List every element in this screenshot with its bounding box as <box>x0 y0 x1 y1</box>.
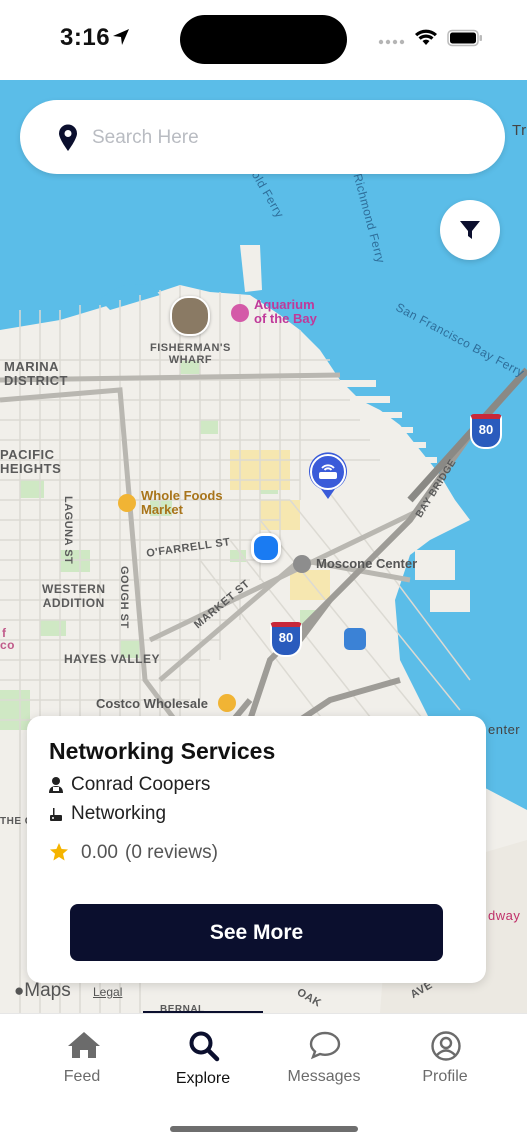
map-label-co: co <box>0 638 16 652</box>
filter-button[interactable] <box>440 200 500 260</box>
service-card: Networking Services Conrad Coopers Netwo… <box>27 716 486 983</box>
tab-profile-label: Profile <box>422 1068 468 1085</box>
tab-explore-label: Explore <box>175 1070 231 1087</box>
wifi-icon <box>415 29 437 45</box>
interstate-80-label-a: 80 <box>478 422 494 437</box>
maps-logo-text: Maps <box>24 980 71 1001</box>
fishermans-wharf-poi-icon[interactable] <box>170 296 210 336</box>
location-arrow-icon <box>113 29 129 45</box>
home-icon <box>68 1032 100 1058</box>
battery-icon <box>447 29 482 47</box>
moscone-poi-label[interactable]: Moscone Center <box>316 556 417 571</box>
tab-feed[interactable]: Feed <box>22 1014 142 1104</box>
map-label-tr: Tr <box>512 122 527 139</box>
search-input[interactable]: Search Here <box>92 127 199 149</box>
profile-icon <box>431 1031 461 1061</box>
see-more-button[interactable]: See More <box>70 904 443 961</box>
interstate-80-label-b: 80 <box>278 630 294 645</box>
map-label-laguna-st: LAGUNA ST <box>62 496 74 565</box>
search-bar[interactable]: Search Here <box>20 100 505 174</box>
tab-profile[interactable]: Profile <box>385 1014 505 1104</box>
provider-name: Conrad Coopers <box>71 774 211 795</box>
legal-link[interactable]: Legal <box>93 985 122 999</box>
status-time: 3:16 <box>60 24 111 51</box>
provider-icon <box>49 777 63 793</box>
rating-value: 0.00 <box>81 842 118 863</box>
map-label-western-addition: WESTERN ADDITION <box>42 582 106 610</box>
map-label-enter: enter <box>488 722 521 737</box>
apple-logo-icon: ● <box>14 981 25 1000</box>
interstate-80-shield-b: 80 <box>270 622 302 657</box>
whole-foods-poi-label[interactable]: Whole Foods Market <box>141 489 223 517</box>
map-label-marina-district: MARINA DISTRICT <box>4 359 68 388</box>
whole-foods-poi-icon[interactable] <box>118 494 136 512</box>
cellular-signal-icon <box>378 39 405 45</box>
aquarium-poi-icon[interactable] <box>231 304 249 322</box>
user-location-dot <box>251 533 281 563</box>
tab-bar: Feed Explore Messages Profile <box>0 1013 527 1144</box>
router-icon <box>50 808 62 821</box>
aquarium-poi-label[interactable]: Aquarium of the Bay <box>254 298 317 326</box>
map-label-dway: dway <box>488 908 521 923</box>
transit-station-icon[interactable] <box>344 628 366 650</box>
apple-maps-logo: ●Maps <box>14 980 71 1002</box>
interstate-80-shield-a: 80 <box>470 414 502 449</box>
service-title: Networking Services <box>49 738 276 764</box>
costco-poi-icon[interactable] <box>218 694 236 712</box>
map-label-pacific-heights: PACIFIC HEIGHTS <box>0 447 62 476</box>
costco-poi-label[interactable]: Costco Wholesale <box>96 696 208 711</box>
tab-messages[interactable]: Messages <box>264 1014 384 1104</box>
status-bar: 3:16 <box>0 0 527 80</box>
tab-messages-label: Messages <box>287 1068 361 1085</box>
router-pin-icon <box>309 452 347 499</box>
dynamic-island <box>180 15 347 64</box>
tab-feed-label: Feed <box>63 1068 101 1085</box>
moscone-poi-icon[interactable] <box>293 555 311 573</box>
home-indicator <box>170 1126 358 1132</box>
map-label-fishermans-wharf: FISHERMAN'S WHARF <box>150 342 231 366</box>
category-label: Networking <box>71 803 167 824</box>
search-icon <box>189 1031 220 1062</box>
star-icon <box>50 843 68 861</box>
location-pin-icon <box>59 124 77 151</box>
map-label-f: f <box>2 626 7 640</box>
map-label-hayes-valley: HAYES VALLEY <box>64 652 161 666</box>
service-marker[interactable] <box>308 452 348 500</box>
map-label-gough-st: GOUGH ST <box>118 566 130 629</box>
filter-icon <box>460 221 480 239</box>
tab-explore[interactable]: Explore <box>143 1014 263 1104</box>
review-count: (0 reviews) <box>125 842 218 863</box>
chat-icon <box>309 1031 341 1060</box>
